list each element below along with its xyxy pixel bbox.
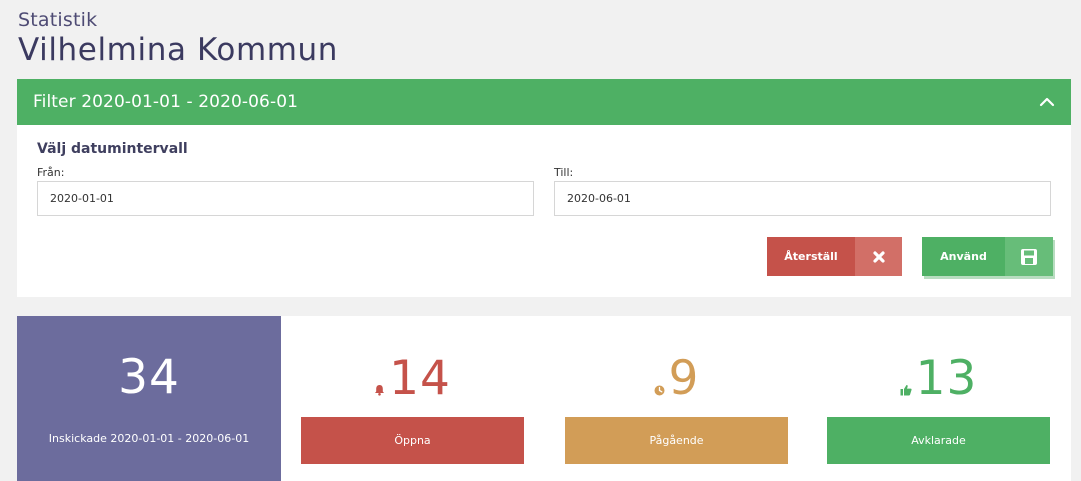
resolved-count: 13	[915, 351, 978, 406]
open-filter-button[interactable]: Öppna	[301, 417, 524, 464]
close-x-icon	[855, 237, 902, 276]
resolved-filter-button[interactable]: Avklarade	[827, 417, 1050, 464]
page-header: Statistik Vilhelmina Kommun	[18, 8, 338, 68]
open-stat-number: 14	[301, 351, 524, 407]
reset-button[interactable]: Återställ	[767, 237, 902, 276]
filter-body: Välj datumintervall Från: Till: Återstäl…	[17, 125, 1071, 297]
thumbs-up-icon	[900, 384, 912, 396]
apply-button-label: Använd	[940, 250, 987, 263]
from-label: Från:	[37, 166, 65, 179]
total-submitted-caption: Inskickade 2020-01-01 - 2020-06-01	[48, 432, 250, 445]
save-floppy-icon	[1005, 237, 1053, 276]
filter-header-toggle[interactable]: Filter 2020-01-01 - 2020-06-01	[17, 79, 1071, 125]
reset-button-label: Återställ	[784, 250, 838, 263]
page-kicker: Statistik	[18, 9, 98, 31]
chevron-up-icon[interactable]	[1037, 95, 1057, 109]
from-date-input[interactable]	[37, 181, 534, 216]
date-range-heading: Välj datumintervall	[37, 141, 188, 157]
resolved-stat-number: 13	[827, 351, 1050, 407]
filter-panel: Filter 2020-01-01 - 2020-06-01 Välj datu…	[17, 79, 1071, 297]
in-progress-stat: 9 Pågående	[565, 316, 788, 481]
open-stat: 14 Öppna	[301, 316, 524, 481]
apply-button[interactable]: Använd	[922, 237, 1053, 276]
total-submitted-card: 34 Inskickade 2020-01-01 - 2020-06-01	[17, 316, 281, 481]
to-label: Till:	[554, 166, 574, 179]
open-count: 14	[389, 351, 451, 406]
resolved-stat: 13 Avklarade	[827, 316, 1050, 481]
in-progress-filter-button[interactable]: Pågående	[565, 417, 788, 464]
in-progress-count: 9	[668, 351, 700, 406]
to-date-input[interactable]	[554, 181, 1051, 216]
total-submitted-value: 34	[118, 350, 180, 405]
clock-icon	[654, 385, 665, 396]
bell-icon	[374, 384, 385, 396]
page-title: Vilhelmina Kommun	[18, 32, 339, 68]
filter-title: Filter 2020-01-01 - 2020-06-01	[33, 92, 299, 112]
in-progress-stat-number: 9	[565, 351, 788, 407]
stats-panel: 34 Inskickade 2020-01-01 - 2020-06-01 14…	[17, 316, 1071, 481]
